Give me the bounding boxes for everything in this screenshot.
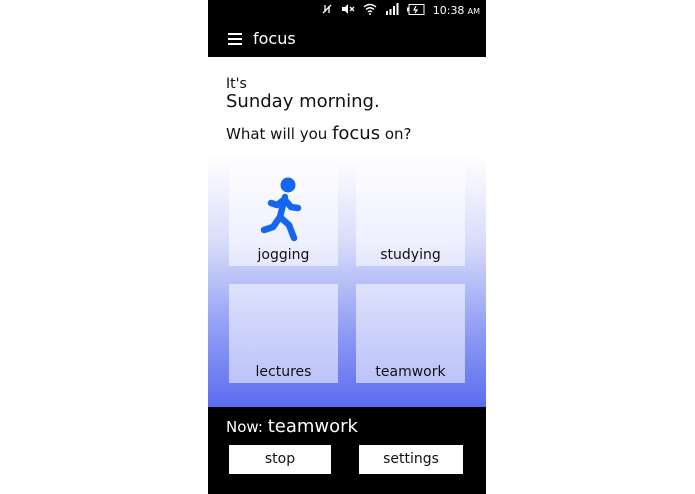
bottom-panel: Now: teamwork stop settings <box>208 407 486 494</box>
stop-button[interactable]: stop <box>229 445 331 474</box>
data-off-icon <box>321 3 333 20</box>
tile-label: lectures <box>255 364 312 380</box>
tile-jogging[interactable]: jogging <box>229 167 338 266</box>
battery-icon <box>406 3 425 20</box>
runner-icon <box>260 177 302 242</box>
wifi-icon <box>363 3 377 20</box>
tile-teamwork[interactable]: teamwork <box>356 284 465 383</box>
mute-icon <box>341 3 355 20</box>
signal-icon <box>385 3 399 20</box>
hamburger-menu-icon[interactable] <box>228 33 242 45</box>
greeting-day-time: Sunday morning. <box>226 91 380 112</box>
tile-label: jogging <box>257 247 310 263</box>
tile-lectures[interactable]: lectures <box>229 284 338 383</box>
tile-label: teamwork <box>375 364 446 380</box>
status-bar: 10:38 AM <box>208 0 486 21</box>
tile-studying[interactable]: studying <box>356 167 465 266</box>
status-time: 10:38 AM <box>432 4 480 17</box>
app-bar: focus <box>208 21 486 57</box>
app-title: focus <box>253 29 296 48</box>
focus-question: What will you focus on? <box>226 123 412 144</box>
settings-button[interactable]: settings <box>359 445 463 474</box>
current-activity: Now: teamwork <box>226 416 358 437</box>
greeting-prefix: It's <box>226 76 247 92</box>
phone-screen: 10:38 AM focus It's Sunday morning. What… <box>208 0 486 494</box>
tile-label: studying <box>380 247 441 263</box>
